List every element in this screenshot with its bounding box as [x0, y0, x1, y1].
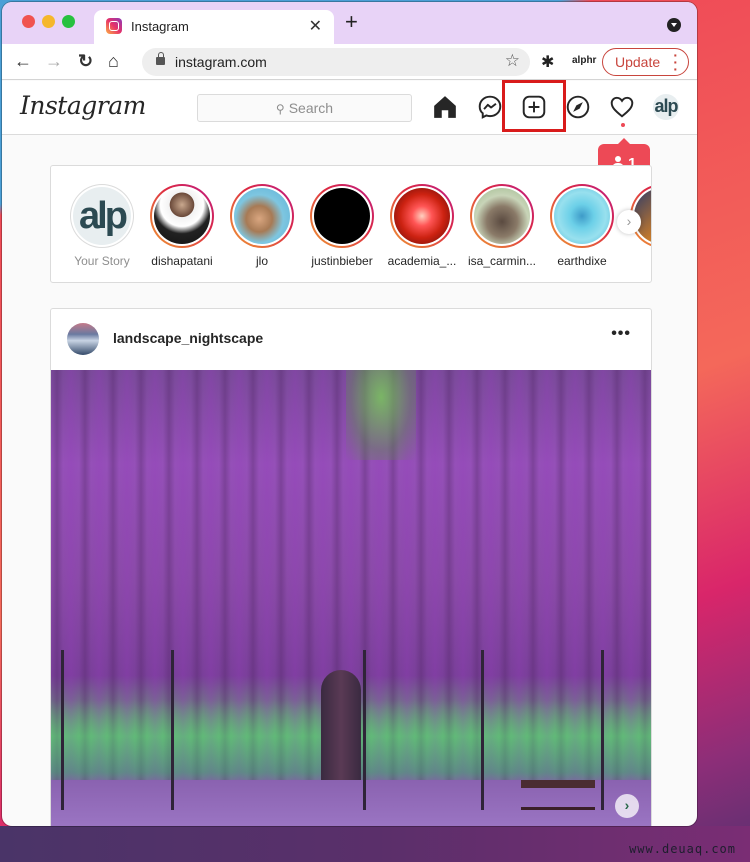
watermark: www.deuaq.com — [629, 842, 736, 856]
browser-toolbar: ← → ↻ ⌂ instagram.com ☆ ✱ alphr Update ·… — [2, 44, 697, 80]
story-item[interactable]: alp Your Story — [62, 184, 142, 268]
reload-button[interactable]: ↻ — [78, 50, 93, 72]
tab-search-icon[interactable] — [667, 18, 681, 32]
home-icon[interactable] — [432, 94, 458, 120]
post-username[interactable]: landscape_nightscape — [113, 330, 263, 346]
update-label: Update — [615, 54, 661, 70]
feed-post: landscape_nightscape ••• › — [50, 308, 652, 826]
story-username: jlo — [255, 254, 268, 268]
image-pole — [601, 650, 604, 810]
image-pole — [481, 650, 484, 810]
image-pole — [363, 650, 366, 810]
story-item[interactable]: academia_... — [382, 184, 462, 268]
story-item[interactable]: dishapatani — [142, 184, 222, 268]
post-next-image-button[interactable]: › — [615, 794, 639, 818]
story-item[interactable]: justinbieber — [302, 184, 382, 268]
notification-dot — [621, 123, 625, 127]
search-input[interactable]: ⚲ Search — [197, 94, 412, 122]
story-username: Your Story — [74, 254, 130, 268]
instagram-header: Instagram ⚲ Search alp — [2, 81, 697, 135]
story-item[interactable]: isa_carmin... — [462, 184, 542, 268]
instagram-icon — [106, 18, 122, 34]
new-post-icon[interactable] — [521, 94, 547, 120]
story-item[interactable]: earthdixe — [542, 184, 622, 268]
image-pole — [61, 650, 64, 810]
search-icon: ⚲ — [275, 102, 285, 116]
home-button[interactable]: ⌂ — [108, 50, 119, 72]
story-avatar — [394, 188, 450, 244]
address-bar[interactable]: instagram.com ☆ — [142, 48, 530, 76]
explore-icon[interactable] — [565, 94, 591, 120]
image-pole — [171, 650, 174, 810]
story-username: justinbieber — [311, 254, 373, 268]
close-window-button[interactable] — [22, 15, 35, 28]
story-username: academia_... — [387, 254, 457, 268]
messenger-icon[interactable] — [477, 94, 503, 120]
story-username: royc — [622, 254, 652, 268]
tab-bar: Instagram ✕ + — [2, 2, 697, 44]
post-image[interactable]: › — [51, 370, 651, 826]
update-button[interactable]: Update · · · — [602, 48, 689, 76]
story-avatar — [314, 188, 370, 244]
new-tab-button[interactable]: + — [345, 11, 358, 33]
story-avatar: alp — [73, 187, 131, 245]
close-tab-icon[interactable]: ✕ — [309, 16, 322, 36]
profile-avatar[interactable]: alp — [653, 94, 679, 120]
post-author-avatar[interactable] — [67, 323, 99, 355]
url-text[interactable]: instagram.com — [175, 54, 267, 70]
forward-button[interactable]: → — [45, 50, 63, 72]
stories-tray: alp Your Story dishapatani jlo justinbie… — [50, 165, 652, 283]
bookmark-star-icon[interactable]: ☆ — [505, 51, 520, 71]
story-username: dishapatani — [151, 254, 213, 268]
story-avatar — [154, 188, 210, 244]
story-username: isa_carmin... — [467, 254, 537, 268]
story-avatar — [554, 188, 610, 244]
lock-icon — [156, 52, 165, 65]
activity-heart-icon[interactable] — [609, 94, 635, 120]
instagram-logo[interactable]: Instagram — [20, 91, 146, 120]
maximize-window-button[interactable] — [62, 15, 75, 28]
image-canopy — [346, 370, 416, 460]
extensions-puzzle-icon[interactable]: ✱ — [541, 52, 554, 72]
story-username: earthdixe — [557, 254, 607, 268]
stories-next-button[interactable]: › — [617, 210, 641, 234]
menu-dots-icon: · · · — [673, 47, 678, 77]
story-avatar — [474, 188, 530, 244]
desktop-wallpaper: www.deuaq.com — [0, 826, 750, 862]
minimize-window-button[interactable] — [42, 15, 55, 28]
tab-title: Instagram — [131, 19, 189, 34]
story-item[interactable]: jlo — [222, 184, 302, 268]
post-more-options-icon[interactable]: ••• — [611, 325, 631, 343]
image-bench — [521, 780, 595, 810]
alphr-profile-button[interactable]: alphr — [572, 55, 596, 66]
browser-window: Instagram ✕ + ← → ↻ ⌂ instagram.com ☆ ✱ … — [2, 2, 697, 826]
back-button[interactable]: ← — [14, 50, 32, 72]
search-placeholder: Search — [288, 100, 334, 116]
tab-instagram[interactable]: Instagram ✕ — [94, 10, 334, 44]
story-avatar — [234, 188, 290, 244]
